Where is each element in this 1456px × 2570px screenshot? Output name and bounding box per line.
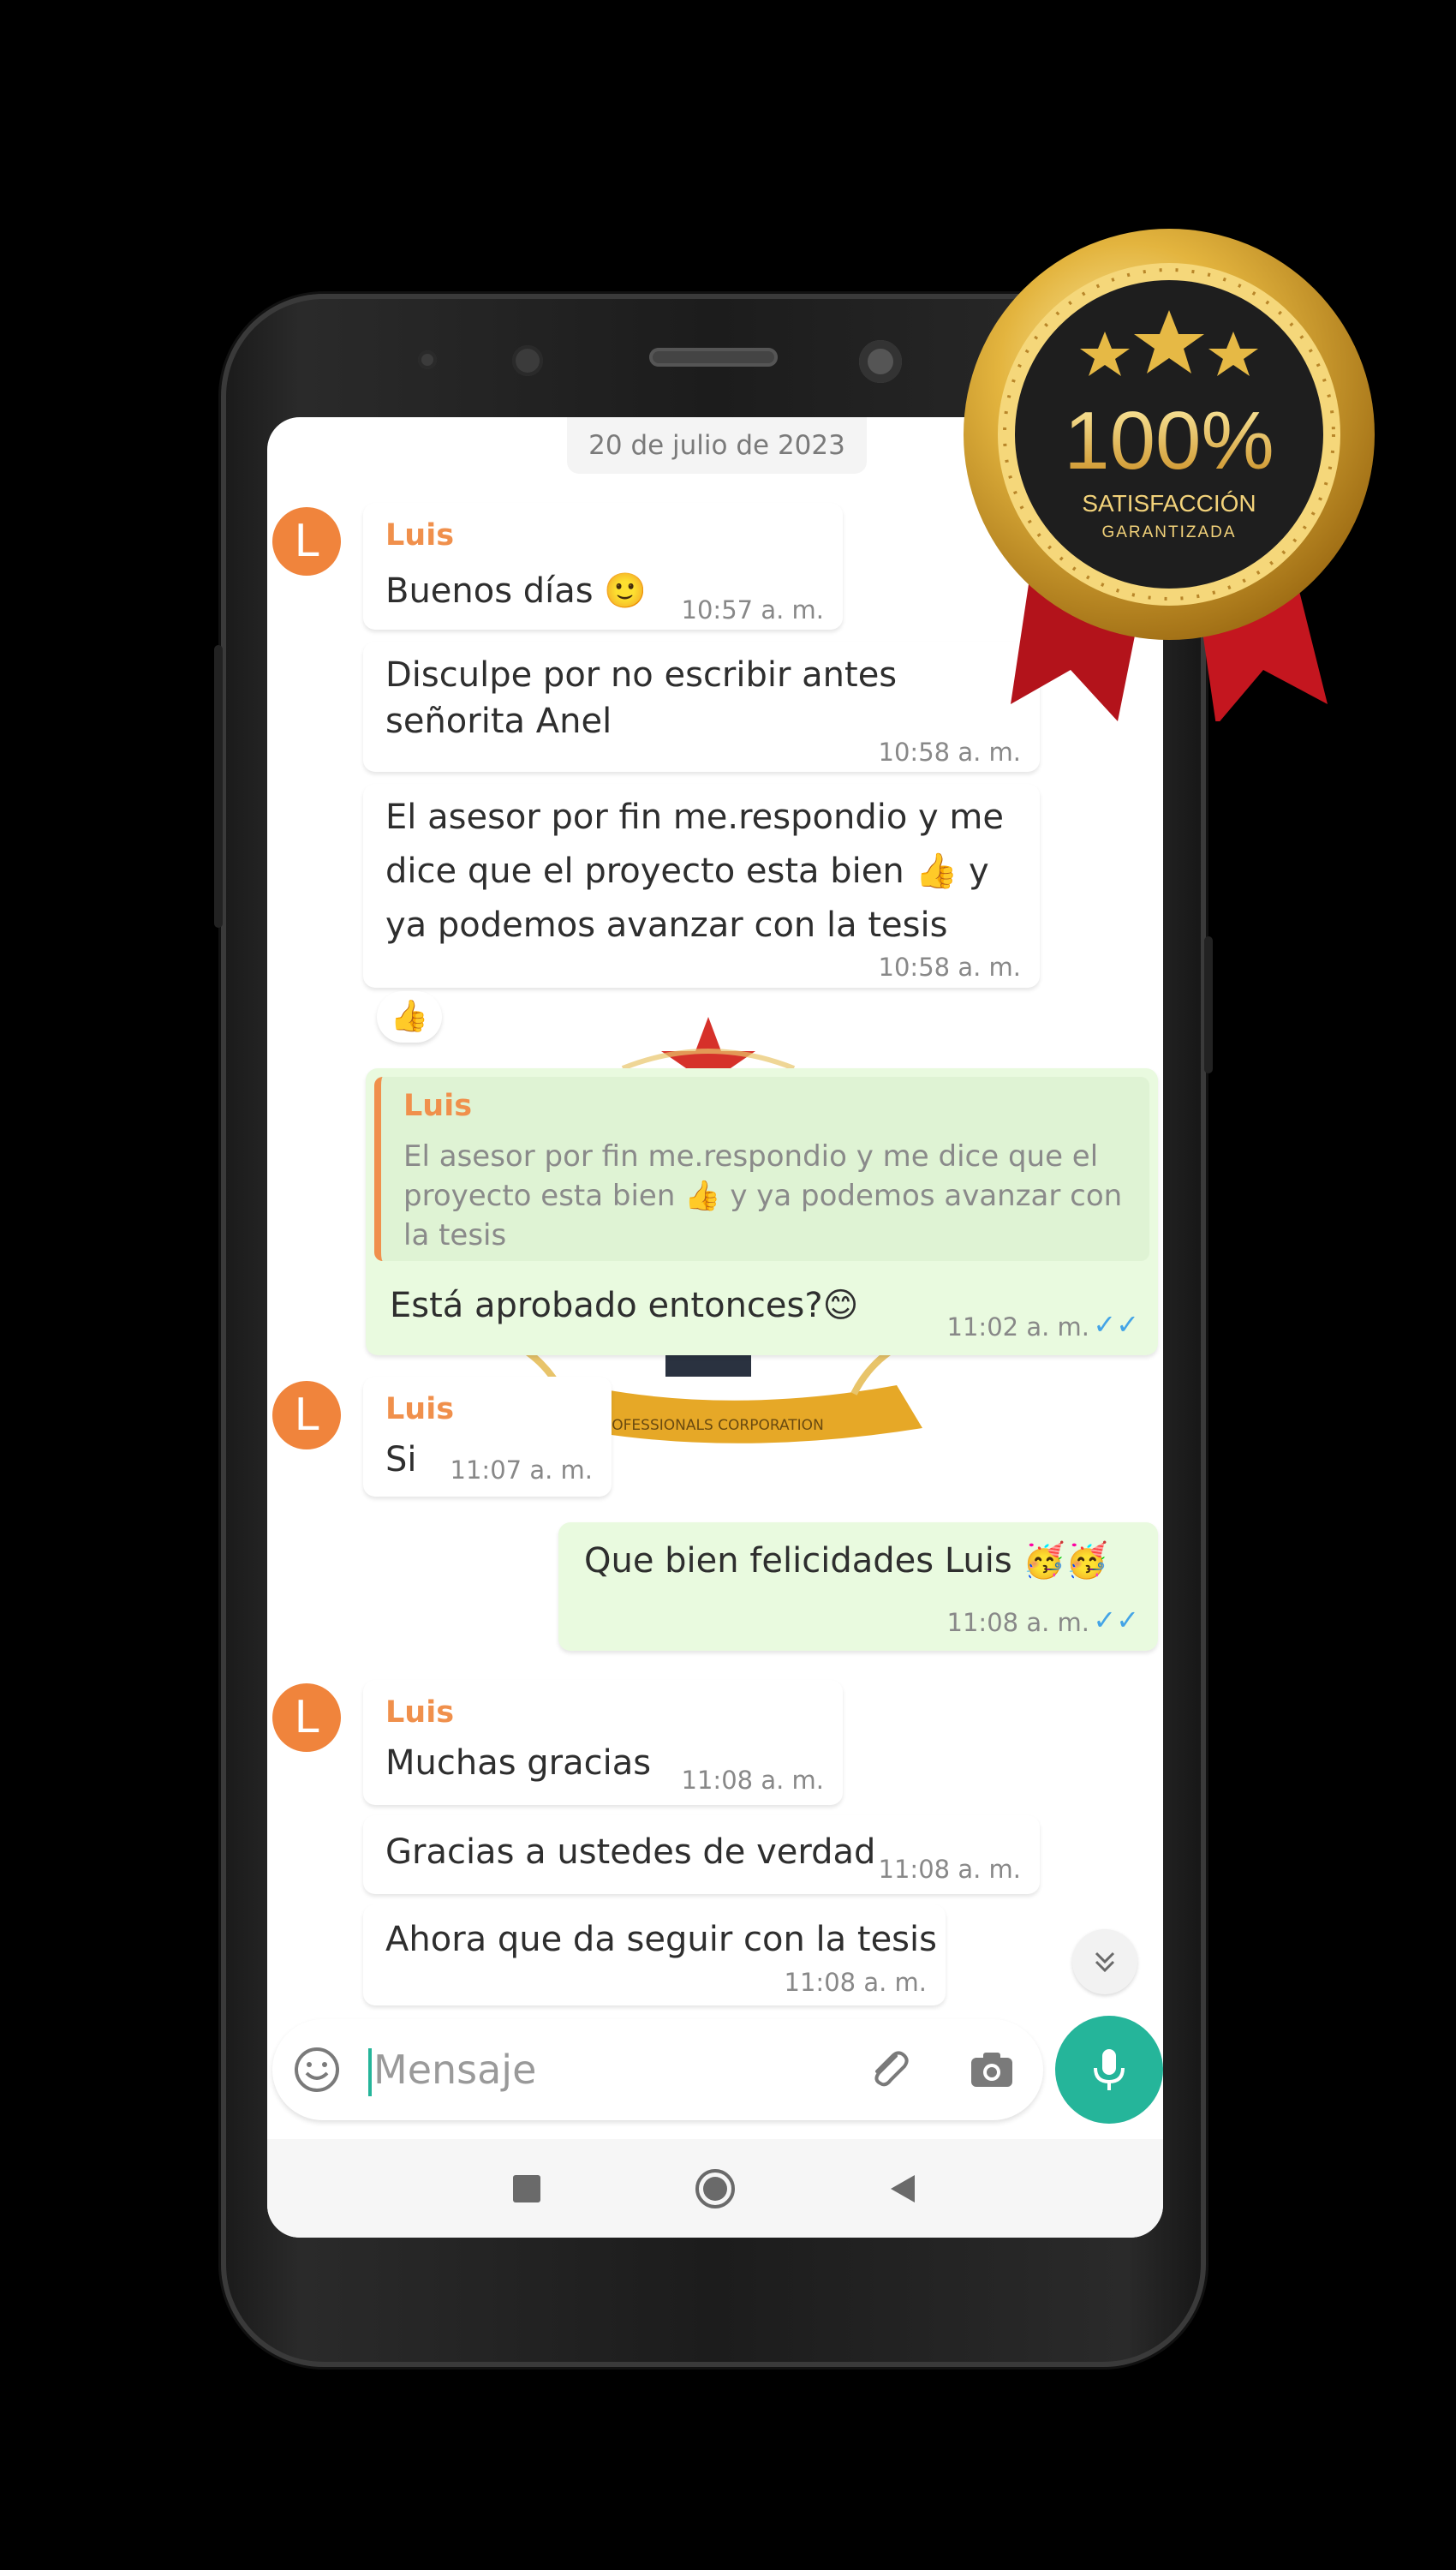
badge-line1: SATISFACCIÓN <box>1082 490 1256 517</box>
message-text: El asesor por fin me.respondio y me dice… <box>385 798 1004 945</box>
message-bubble[interactable]: Gracias a ustedes de verdad 11:08 a. m. <box>363 1815 1040 1894</box>
message-bubble-outgoing[interactable]: Luis El asesor por fin me.respondio y me… <box>366 1068 1158 1355</box>
sender-name: Luis <box>385 1392 455 1426</box>
message-text: Está aprobado entonces?😊 <box>390 1286 859 1325</box>
satisfaction-badge: 100% SATISFACCIÓN GARANTIZADA <box>964 229 1375 721</box>
read-ticks-icon: ✓✓ <box>1093 1308 1139 1341</box>
scroll-down-icon <box>1095 1951 1115 1973</box>
front-sensor <box>418 350 437 369</box>
date-separator: 20 de julio de 2023 <box>567 417 867 474</box>
message-time: 10:58 a. m. <box>878 738 1021 767</box>
message-bubble[interactable]: El asesor por fin me.respondio y me dice… <box>363 784 1040 988</box>
badge-percent: 100% <box>1064 395 1274 487</box>
front-camera <box>859 340 902 383</box>
mic-icon <box>1094 2049 1125 2090</box>
avatar[interactable]: L <box>272 1683 341 1752</box>
side-button-left <box>214 645 223 928</box>
message-text: Si <box>385 1440 417 1479</box>
message-text: Ahora que da seguir con la tesis <box>385 1920 937 1959</box>
text-caret <box>368 2048 372 2096</box>
message-text: Gracias a ustedes de verdad <box>385 1832 876 1872</box>
message-time: 11:08 a. m. <box>784 1968 927 1997</box>
message-text: Buenos días 🙂 <box>385 571 647 611</box>
message-time: 11:07 a. m. <box>450 1455 593 1485</box>
message-text: Disculpe por no escribir antes señorita … <box>385 655 898 741</box>
nav-square-icon[interactable] <box>510 2172 544 2206</box>
nav-home-icon[interactable] <box>694 2167 737 2210</box>
message-bubble[interactable]: Luis Si 11:07 a. m. <box>363 1377 612 1497</box>
watermark-text: PROFESSIONALS CORPORATION <box>593 1417 824 1434</box>
avatar[interactable]: L <box>272 507 341 576</box>
reaction-badge[interactable]: 👍 <box>377 991 442 1043</box>
sender-name: Luis <box>385 1695 455 1730</box>
message-bubble[interactable]: Ahora que da seguir con la tesis 11:08 a… <box>363 1904 946 2005</box>
emoji-icon[interactable] <box>291 2044 343 2095</box>
message-input[interactable]: Mensaje <box>373 2047 536 2093</box>
attach-icon[interactable] <box>863 2044 915 2095</box>
camera-icon[interactable] <box>966 2044 1017 2095</box>
message-text: Que bien felicidades Luis 🥳🥳 <box>584 1541 1109 1581</box>
proximity-sensor <box>512 345 543 376</box>
quoted-message[interactable]: Luis El asesor por fin me.respondio y me… <box>374 1077 1149 1261</box>
quoted-text: El asesor por fin me.respondio y me dice… <box>403 1139 1123 1252</box>
system-nav-bar <box>267 2139 1163 2238</box>
message-time: 10:58 a. m. <box>878 953 1021 982</box>
message-bubble-outgoing[interactable]: Que bien felicidades Luis 🥳🥳 11:08 a. m.… <box>558 1522 1158 1651</box>
avatar[interactable]: L <box>272 1381 341 1449</box>
message-time: 11:02 a. m. <box>946 1312 1089 1342</box>
side-button-right <box>1204 936 1213 1073</box>
read-ticks-icon: ✓✓ <box>1093 1604 1139 1636</box>
badge-line2: GARANTIZADA <box>1101 523 1236 541</box>
message-bubble[interactable]: Disculpe por no escribir antes señorita … <box>363 642 1040 772</box>
mic-button[interactable] <box>1055 2016 1163 2124</box>
message-time: 11:08 a. m. <box>946 1608 1089 1637</box>
sender-name: Luis <box>385 518 455 553</box>
message-bubble[interactable]: Luis Buenos días 🙂 10:57 a. m. <box>363 503 843 630</box>
message-bubble[interactable]: Luis Muchas gracias 11:08 a. m. <box>363 1680 843 1805</box>
earpiece-speaker <box>649 348 778 367</box>
nav-back-icon[interactable] <box>886 2172 920 2206</box>
message-time: 10:57 a. m. <box>681 595 824 625</box>
scroll-down-button[interactable] <box>1072 1929 1137 1994</box>
message-time: 11:08 a. m. <box>878 1855 1021 1884</box>
message-text: Muchas gracias <box>385 1743 652 1783</box>
quoted-sender: Luis <box>403 1089 473 1123</box>
message-composer[interactable]: Mensaje <box>272 2019 1043 2120</box>
message-time: 11:08 a. m. <box>681 1766 824 1795</box>
